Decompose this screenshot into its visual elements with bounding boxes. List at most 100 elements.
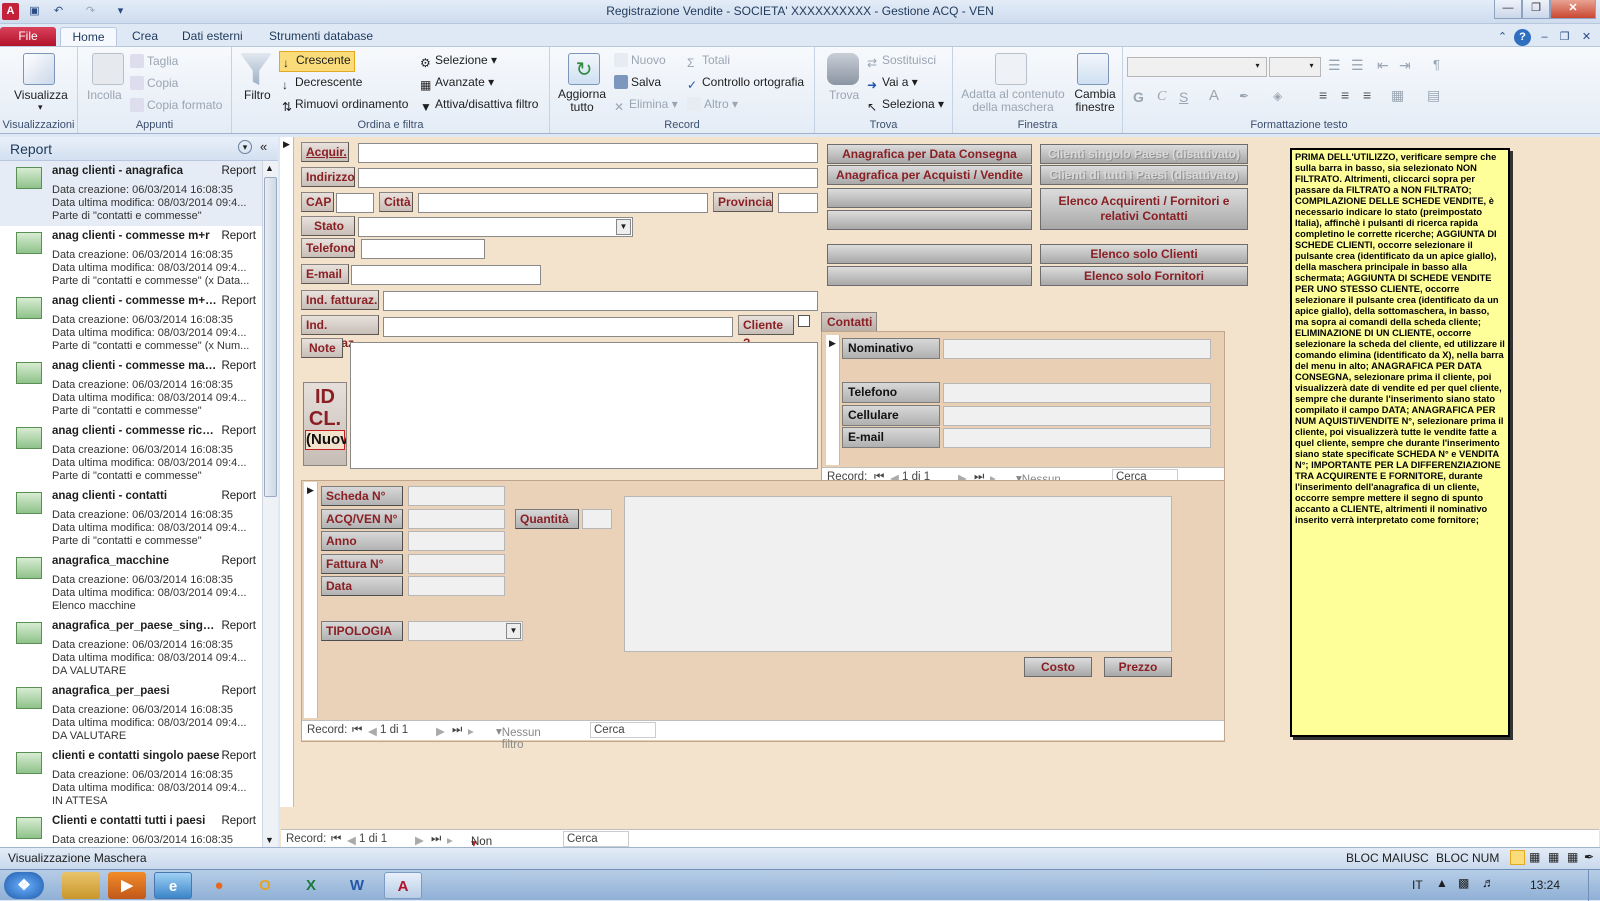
access-taskbar-icon[interactable]: A <box>384 872 422 899</box>
sales-record-selector[interactable]: ▶ <box>304 482 318 718</box>
fill-color-icon[interactable]: ◈ <box>1273 89 1282 103</box>
font-color-icon[interactable]: A <box>1209 87 1219 104</box>
acquir-field[interactable] <box>358 143 818 163</box>
prev-record-icon[interactable]: ◀ <box>368 724 377 738</box>
nav-search-input[interactable]: Cerca <box>590 722 656 738</box>
data-field[interactable] <box>408 576 505 596</box>
sostituisci-button[interactable]: ⇄ Sostituisci <box>867 53 936 70</box>
nominativo-field[interactable] <box>943 339 1211 359</box>
nav-report-item[interactable]: Clienti e contatti tutti i paesi Report Da… <box>0 811 262 847</box>
filter-status[interactable]: ▾ Nessun filtro <box>496 724 541 751</box>
underline-button[interactable]: S <box>1179 89 1188 105</box>
cellulare-field[interactable] <box>943 406 1211 426</box>
scroll-down-icon[interactable]: ▼ <box>265 835 274 845</box>
maximize-button[interactable]: ❐ <box>1522 0 1550 19</box>
volume-icon[interactable]: ♬ <box>1482 875 1495 890</box>
filtro-button[interactable]: Filtro <box>244 88 271 102</box>
attiva-filtro-button[interactable]: ▼ Attiva/disattiva filtro <box>420 97 538 114</box>
nav-report-item[interactable]: anagrafica_per_paesi Report Data creazione… <box>0 681 262 746</box>
tab-strumenti-database[interactable]: Strumenti database <box>259 27 383 46</box>
email-field[interactable] <box>351 265 541 285</box>
prezzo-button[interactable]: Prezzo <box>1104 657 1172 677</box>
ind-fatturaz-field[interactable] <box>383 291 818 311</box>
media-player-icon[interactable]: ▶ <box>108 872 146 899</box>
last-record-icon[interactable]: ⏭ <box>431 833 441 846</box>
scroll-up-icon[interactable]: ▲ <box>265 163 274 173</box>
doc-restore-icon[interactable]: ❐ <box>1556 29 1573 46</box>
blank-button-3[interactable] <box>827 244 1032 264</box>
nav-report-item[interactable]: anag clienti - anagrafica Report Data crea… <box>0 161 262 226</box>
language-indicator[interactable]: IT <box>1412 878 1423 892</box>
citta-field[interactable] <box>418 193 708 213</box>
quantita-field[interactable] <box>582 509 612 529</box>
clock[interactable]: 13:24 <box>1530 878 1560 892</box>
seleziona-dropdown[interactable]: ↖ Seleziona ▾ <box>867 97 944 114</box>
contatto-email-field[interactable] <box>943 428 1211 448</box>
decrescente-button[interactable]: ↓ Decrescente <box>282 75 362 92</box>
prev-record-icon[interactable]: ◀ <box>347 833 356 847</box>
nav-report-item[interactable]: anag clienti - commesse m+r (... Report Da… <box>0 291 262 356</box>
doc-close-icon[interactable]: ✕ <box>1578 29 1595 46</box>
note-field[interactable] <box>350 342 818 469</box>
highlight-icon[interactable]: ✒ <box>1239 89 1249 103</box>
acqven-field[interactable] <box>408 509 505 529</box>
help-icon[interactable]: ? <box>1514 29 1531 46</box>
stato-select[interactable]: ▼ <box>358 217 633 237</box>
blank-button-1[interactable] <box>827 188 1032 208</box>
chevron-down-icon[interactable]: ▼ <box>506 623 521 639</box>
minimize-ribbon-icon[interactable]: ⌃ <box>1494 29 1511 46</box>
align-center-icon[interactable]: ≡ <box>1341 87 1349 103</box>
bullets-icon[interactable]: ☰ <box>1328 57 1341 74</box>
form-view-icon[interactable] <box>1510 850 1525 865</box>
ind-destinaz-field[interactable] <box>383 317 733 337</box>
alternate-row-icon[interactable]: ▤ <box>1427 87 1440 104</box>
nuovo-button[interactable]: Nuovo <box>614 53 666 67</box>
cliente-checkbox[interactable] <box>798 315 810 327</box>
doc-minimize-icon[interactable]: – <box>1536 29 1553 46</box>
align-right-icon[interactable]: ≡ <box>1363 87 1371 103</box>
chevron-down-icon[interactable]: ▾ <box>38 102 43 113</box>
avanzate-dropdown[interactable]: ▦ Avanzate ▾ <box>420 75 494 92</box>
ie-icon[interactable]: e <box>154 872 192 899</box>
next-record-icon[interactable]: ▶ <box>436 724 445 738</box>
design-view-icon[interactable]: ▦ <box>1567 850 1578 864</box>
incolla-button[interactable]: Incolla <box>87 88 122 102</box>
close-button[interactable]: ✕ <box>1550 0 1596 19</box>
scheda-field[interactable] <box>408 486 505 506</box>
tab-dati-esterni[interactable]: Dati esterni <box>172 27 253 46</box>
record-selector[interactable]: ▶ <box>280 137 294 807</box>
elenco-solo-fornitori-button[interactable]: Elenco solo Fornitori <box>1040 266 1248 286</box>
chevron-down-icon[interactable]: ▼ <box>616 219 631 235</box>
elenco-solo-clienti-button[interactable]: Elenco solo Clienti <box>1040 244 1248 264</box>
nav-position[interactable]: 1 di 1 <box>380 724 408 736</box>
datasheet-view-icon[interactable]: ▦ <box>1529 850 1540 864</box>
blank-button-2[interactable] <box>827 210 1032 230</box>
tab-crea[interactable]: Crea <box>122 27 168 46</box>
first-record-icon[interactable]: ⏮ <box>352 724 362 737</box>
nav-report-item[interactable]: anag clienti - commesse macc... Report Dat… <box>0 356 262 421</box>
nav-report-item[interactable]: anagrafica_macchine Report Data creazione:… <box>0 551 262 616</box>
taglia-button[interactable]: Taglia <box>130 54 178 68</box>
nav-report-item[interactable]: anag clienti - commesse ricambi Report Dat… <box>0 421 262 486</box>
contatto-telefono-field[interactable] <box>943 383 1211 403</box>
trova-button[interactable]: Trova <box>829 88 859 102</box>
start-button[interactable]: ❖ <box>4 872 44 899</box>
aggiorna-tutto-button[interactable]: Aggiorna tutto <box>556 88 608 114</box>
new-record-nav-icon[interactable]: ▸ <box>447 833 453 847</box>
controllo-ortografia-button[interactable]: ✓ Controllo ortografia <box>687 75 804 92</box>
nav-scrollbar[interactable]: ▲ ▼ <box>262 161 278 847</box>
outlook-icon[interactable]: O <box>246 872 284 899</box>
nav-header[interactable]: Report ▾ « <box>0 137 278 161</box>
gridlines-icon[interactable]: ▦ <box>1391 87 1404 104</box>
nav-report-item[interactable]: anag clienti - contatti Report Data creazi… <box>0 486 262 551</box>
italic-button[interactable]: C <box>1157 89 1166 105</box>
contacts-record-selector[interactable]: ▶ <box>826 335 840 465</box>
tab-contatti[interactable]: Contatti <box>821 312 877 332</box>
tipologia-select[interactable]: ▼ <box>408 621 523 641</box>
nav-report-item[interactable]: anagrafica_per_paese_singolo Report Data c… <box>0 616 262 681</box>
anagrafica-acquisti-button[interactable]: Anagrafica per Acquisti / Vendite N° <box>827 165 1032 200</box>
telefono-field[interactable] <box>361 239 485 259</box>
copia-button[interactable]: Copia <box>130 76 178 90</box>
blank-button-4[interactable] <box>827 266 1032 286</box>
bold-button[interactable]: G <box>1133 89 1144 105</box>
